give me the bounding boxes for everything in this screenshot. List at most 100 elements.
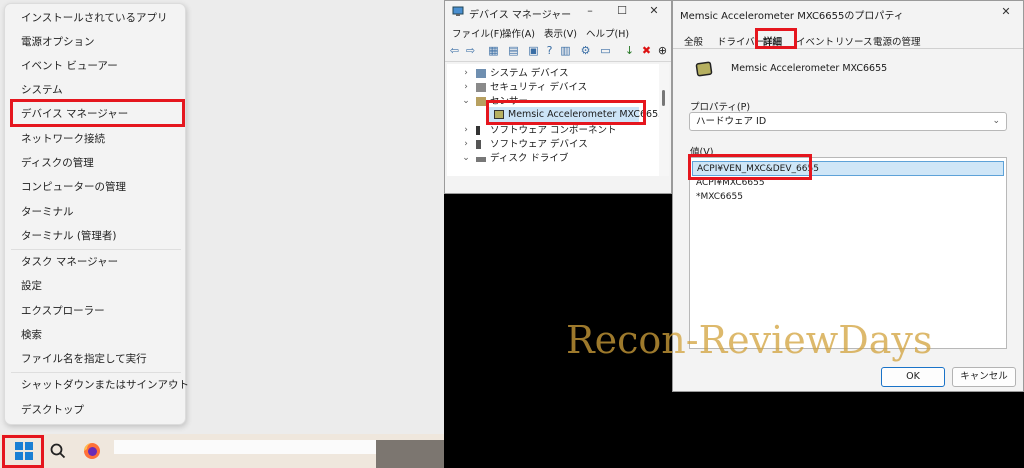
menu-item-computer-management[interactable]: コンピューターの管理 [11, 176, 181, 198]
taskbar-search-button[interactable] [44, 438, 72, 464]
chevron-right-icon: › [168, 378, 173, 391]
firefox-icon [84, 443, 100, 459]
value-list: ACPI¥VEN_MXC&DEV_6655 ACPI¥MXC6655 *MXC6… [689, 157, 1007, 349]
tab-strip: 全般 ドライバー 詳細 イベント リソース 電源の管理 [673, 31, 1023, 49]
tree-label: ソフトウェア デバイス [490, 139, 588, 150]
device-tree: › システム デバイス › セキュリティ デバイス ⌄ センサー Memsic … [447, 64, 661, 176]
properties-dialog: Memsic Accelerometer MXC6655のプロパティ ✕ 全般 … [672, 0, 1024, 392]
accelerometer-icon [695, 61, 713, 77]
window-title: デバイス マネージャー [469, 10, 572, 21]
menu-item-disk-management[interactable]: ディスクの管理 [11, 152, 181, 174]
tab-general[interactable]: 全般 [684, 34, 703, 48]
enable-device-icon[interactable]: ↓ [623, 44, 636, 57]
device-manager-app-icon [452, 6, 464, 16]
menu-view[interactable]: 表示(V) [544, 26, 577, 40]
title-bar: Memsic Accelerometer MXC6655のプロパティ ✕ [673, 1, 1023, 23]
device-manager-window: デバイス マネージャー – ☐ ✕ ファイル(F) 操作(A) 表示(V) ヘル… [444, 0, 672, 194]
chevron-right-icon: › [464, 82, 468, 92]
chevron-down-icon: ⌄ [462, 153, 470, 163]
tree-item-selected[interactable]: Memsic Accelerometer MXC6655 [489, 107, 661, 122]
menu-item-system[interactable]: システム [11, 79, 181, 101]
winx-context-menu: インストールされているアプリ 電源オプション イベント ビューアー システム デ… [4, 3, 189, 425]
cancel-button[interactable]: キャンセル [952, 367, 1016, 387]
chevron-down-icon: ⌄ [462, 96, 470, 106]
help-icon[interactable]: ? [543, 44, 556, 57]
menu-item-label: シャットダウンまたはサインアウト [21, 379, 189, 391]
menu-item-network-connections[interactable]: ネットワーク接続 [11, 128, 181, 150]
menu-item-event-viewer[interactable]: イベント ビューアー [11, 55, 181, 77]
property-dropdown[interactable]: ハードウェア ID ⌄ [689, 112, 1007, 131]
tab-driver[interactable]: ドライバー [717, 34, 764, 48]
close-icon[interactable]: ✕ [647, 4, 661, 18]
tree-label: Memsic Accelerometer MXC6655 [508, 109, 661, 120]
update-icon[interactable]: ▣ [527, 44, 540, 57]
menu-action[interactable]: 操作(A) [502, 26, 535, 40]
forward-arrow-icon[interactable]: ⇨ [464, 44, 477, 57]
desktop-background: インストールされているアプリ 電源オプション イベント ビューアー システム デ… [0, 0, 444, 468]
tree-label: セキュリティ デバイス [490, 82, 588, 93]
sensor-category-icon [476, 97, 486, 106]
dialog-title: Memsic Accelerometer MXC6655のプロパティ [680, 11, 904, 22]
toolbar: ⇦ ⇨ ▦ ▤ ▣ ? ▥ ⚙ ▭ ↓ ✖ ⊕ [445, 40, 671, 62]
accelerometer-icon [494, 110, 504, 119]
taskbar-obscured-area [376, 440, 444, 468]
device-name: Memsic Accelerometer MXC6655 [731, 63, 888, 74]
menu-bar: ファイル(F) 操作(A) 表示(V) ヘルプ(H) [445, 23, 671, 40]
menu-item-terminal[interactable]: ターミナル [11, 201, 181, 223]
menu-item-run[interactable]: ファイル名を指定して実行 [11, 348, 181, 370]
tree-label: ディスク ドライブ [490, 153, 569, 164]
tree-label: システム デバイス [490, 68, 569, 79]
menu-item-power-options[interactable]: 電源オプション [11, 31, 181, 53]
menu-item-task-manager[interactable]: タスク マネージャー [11, 251, 181, 273]
menu-item-device-manager[interactable]: デバイス マネージャー [11, 103, 181, 125]
view-details-icon[interactable]: ▥ [559, 44, 572, 57]
taskbar-obscured-area [114, 440, 376, 454]
ok-button[interactable]: OK [881, 367, 945, 387]
tab-details[interactable]: 詳細 [763, 34, 782, 48]
disk-drive-icon [476, 157, 486, 162]
uninstall-x-icon[interactable]: ✖ [640, 44, 653, 57]
menu-item-desktop[interactable]: デスクトップ [11, 399, 181, 421]
menu-item-installed-apps[interactable]: インストールされているアプリ [11, 7, 181, 29]
start-button[interactable] [10, 438, 38, 464]
menu-file[interactable]: ファイル(F) [452, 26, 503, 40]
menu-item-settings[interactable]: 設定 [11, 275, 181, 297]
value-label: 値(V) [690, 147, 714, 158]
menu-divider [11, 249, 181, 250]
title-bar: デバイス マネージャー – ☐ ✕ [445, 1, 671, 23]
system-device-icon [476, 69, 486, 78]
tab-events[interactable]: イベント [796, 34, 834, 48]
scrollbar-thumb[interactable] [662, 90, 665, 106]
scan-hardware-icon[interactable]: ⚙ [579, 44, 592, 57]
tab-resources[interactable]: リソース [835, 34, 873, 48]
download-circle-icon[interactable]: ⊕ [656, 44, 669, 57]
menu-item-terminal-admin[interactable]: ターミナル (管理者) [11, 225, 181, 247]
windows-start-icon [15, 442, 33, 460]
menu-help[interactable]: ヘルプ(H) [586, 26, 629, 40]
chevron-down-icon: ⌄ [992, 116, 1000, 126]
list-item[interactable]: ACPI¥MXC6655 [696, 176, 765, 191]
back-arrow-icon[interactable]: ⇦ [448, 44, 461, 57]
chevron-right-icon: › [464, 125, 468, 135]
tab-power-management[interactable]: 電源の管理 [873, 34, 921, 48]
software-device-icon [476, 140, 481, 149]
tree-label: ソフトウェア コンポーネント [490, 125, 617, 136]
menu-item-search[interactable]: 検索 [11, 324, 181, 346]
list-item-selected[interactable]: ACPI¥VEN_MXC&DEV_6655 [692, 161, 1004, 176]
monitor-icon[interactable]: ▭ [599, 44, 612, 57]
software-component-icon [476, 126, 480, 135]
close-icon[interactable]: ✕ [999, 5, 1013, 19]
properties-grid-icon[interactable]: ▦ [487, 44, 500, 57]
chevron-right-icon: › [464, 68, 468, 78]
security-device-icon [476, 83, 486, 92]
menu-item-shutdown-signout[interactable]: シャットダウンまたはサインアウト › [11, 374, 189, 396]
property-label: プロパティ(P) [690, 102, 751, 113]
menu-item-explorer[interactable]: エクスプローラー [11, 300, 181, 322]
maximize-icon[interactable]: ☐ [615, 4, 629, 18]
property-selected-value: ハードウェア ID [696, 116, 767, 127]
list-view-icon[interactable]: ▤ [507, 44, 520, 57]
firefox-button[interactable] [78, 438, 106, 464]
vertical-scrollbar[interactable] [659, 64, 669, 176]
minimize-icon[interactable]: – [583, 4, 597, 18]
list-item[interactable]: *MXC6655 [696, 190, 743, 205]
